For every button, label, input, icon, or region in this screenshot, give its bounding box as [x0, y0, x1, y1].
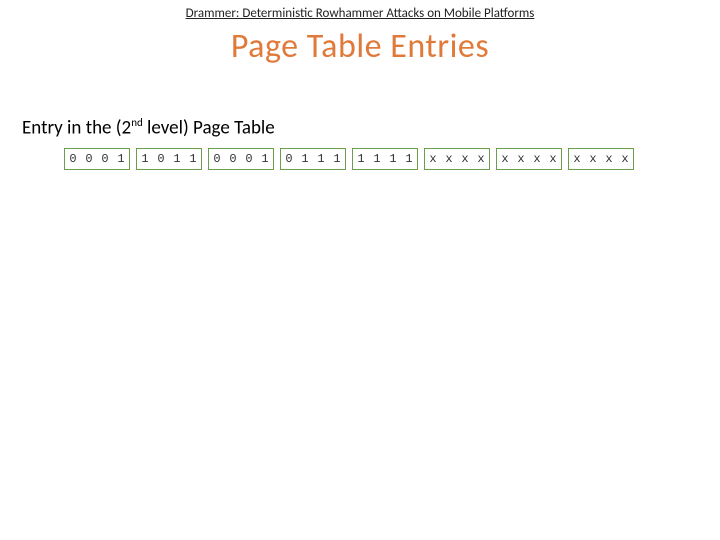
bit-group: 1 0 1 1	[136, 148, 202, 170]
bit-cell: 0	[65, 149, 81, 169]
bit-cell: 1	[169, 149, 185, 169]
bit-cell: 1	[257, 149, 273, 169]
bit-cell: x	[545, 149, 561, 169]
bit-cell: 0	[153, 149, 169, 169]
bit-cell: 1	[401, 149, 417, 169]
bit-group: 0 0 0 1	[208, 148, 274, 170]
bit-cell: 1	[329, 149, 345, 169]
bit-cell: 1	[297, 149, 313, 169]
bit-group: x x x x	[424, 148, 490, 170]
bit-cell: 0	[81, 149, 97, 169]
heading-text-2: level) Page Table	[143, 116, 275, 139]
bit-group: 0 0 0 1	[64, 148, 130, 170]
bit-cell: x	[585, 149, 601, 169]
paper-title: Drammer: Deterministic Rowhammer Attacks…	[0, 6, 720, 21]
bit-cell: x	[441, 149, 457, 169]
bit-cell: 1	[385, 149, 401, 169]
bit-cell: 0	[225, 149, 241, 169]
bit-cell: x	[617, 149, 633, 169]
bit-cell: 1	[185, 149, 201, 169]
bit-cell: 1	[353, 149, 369, 169]
bit-cell: 0	[97, 149, 113, 169]
section-heading: Entry in the (2nd level) Page Table	[22, 116, 275, 139]
bit-cell: 1	[137, 149, 153, 169]
bit-cell: 0	[241, 149, 257, 169]
bit-cell: x	[601, 149, 617, 169]
heading-text-1: Entry in the (2	[22, 116, 131, 139]
bit-group: x x x x	[496, 148, 562, 170]
bit-group: 1 1 1 1	[352, 148, 418, 170]
bit-group: 0 1 1 1	[280, 148, 346, 170]
heading-sup: nd	[131, 116, 143, 129]
bit-cell: 1	[369, 149, 385, 169]
bit-cell: 1	[113, 149, 129, 169]
bit-row: 0 0 0 1 1 0 1 1 0 0 0 1 0 1 1 1 1 1 1 1	[64, 148, 640, 170]
bit-cell: x	[473, 149, 489, 169]
bit-cell: x	[529, 149, 545, 169]
bit-cell: x	[513, 149, 529, 169]
bit-cell: x	[569, 149, 585, 169]
bit-cell: x	[497, 149, 513, 169]
bit-group: x x x x	[568, 148, 634, 170]
bit-cell: 1	[313, 149, 329, 169]
bit-cell: 0	[209, 149, 225, 169]
bit-cell: 0	[281, 149, 297, 169]
bit-cell: x	[457, 149, 473, 169]
slide: Drammer: Deterministic Rowhammer Attacks…	[0, 0, 720, 540]
bit-cell: x	[425, 149, 441, 169]
slide-title: Page Table Entries	[0, 26, 720, 67]
